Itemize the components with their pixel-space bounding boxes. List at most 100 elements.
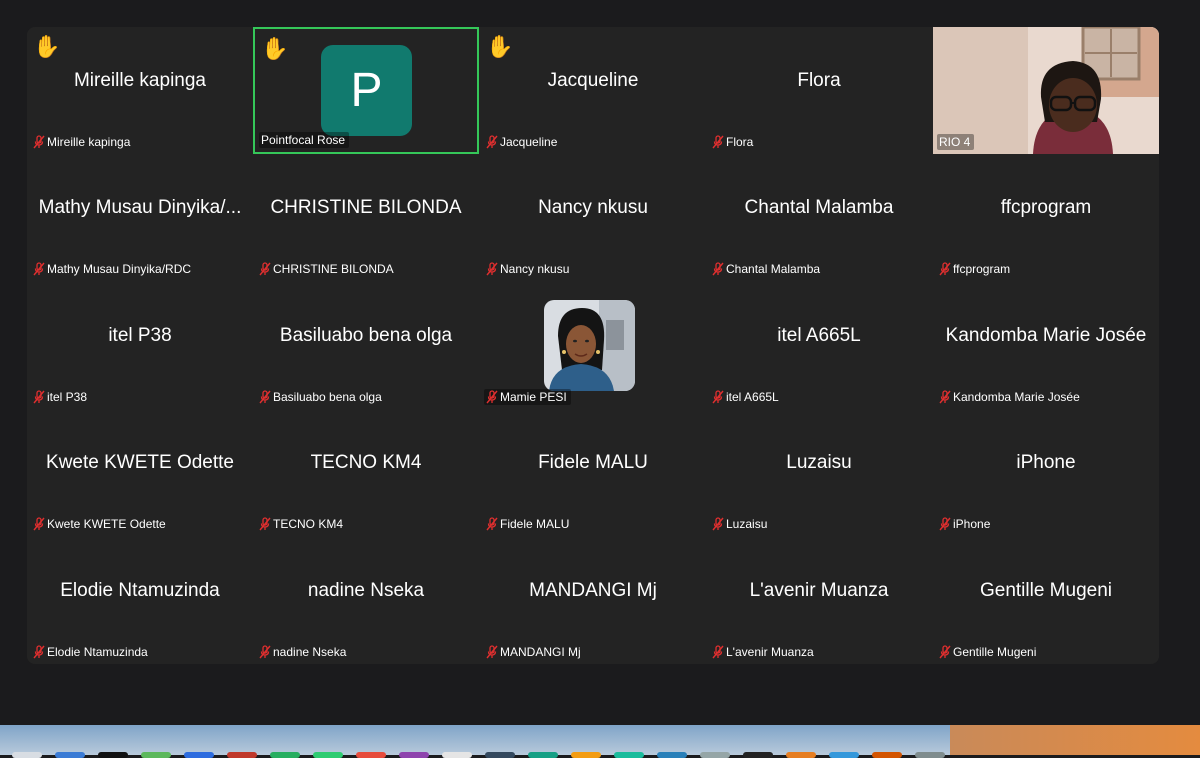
dock-app-icon[interactable] <box>872 752 902 758</box>
participant-display-name: Chantal Malamba <box>744 196 894 218</box>
participant-tile[interactable]: MANDANGI Mj MANDANGI Mj <box>480 537 706 664</box>
participant-display-name: nadine Nseka <box>307 579 425 601</box>
participant-display-name: Mireille kapinga <box>73 69 206 91</box>
muted-mic-icon <box>486 135 500 149</box>
participant-name-label: Kwete KWETE Odette <box>31 516 170 532</box>
dock-app-icon[interactable] <box>141 752 171 758</box>
participant-name-text: Elodie Ntamuzinda <box>47 645 148 659</box>
participant-tile[interactable]: Chantal Malamba Chantal Malamba <box>706 154 932 281</box>
participant-name-label: Fidele MALU <box>484 516 573 532</box>
dock-app-icon[interactable] <box>98 752 128 758</box>
dock-app-icon[interactable] <box>528 752 558 758</box>
raised-hand-icon: ✋ <box>486 34 514 59</box>
dock-app-icon[interactable] <box>356 752 386 758</box>
participant-name-label: MANDANGI Mj <box>484 644 585 660</box>
participant-name-label: TECNO KM4 <box>257 516 347 532</box>
participant-display-name: iPhone <box>1016 451 1076 473</box>
dock-app-icon[interactable] <box>313 752 343 758</box>
muted-mic-icon <box>939 262 953 276</box>
participant-tile[interactable]: Mamie PESI <box>480 282 706 409</box>
dock-app-icon[interactable] <box>399 752 429 758</box>
dock-app-icon[interactable] <box>657 752 687 758</box>
participant-display-name: itel P38 <box>108 324 172 346</box>
participant-tile[interactable]: Gentille Mugeni Gentille Mugeni <box>933 537 1159 664</box>
participant-display-name: Kwete KWETE Odette <box>46 451 234 473</box>
participant-name-text: MANDANGI Mj <box>500 645 581 659</box>
gallery-view-grid: Mireille kapinga ✋ Mireille kapinga P ✋ Point… <box>27 27 1159 664</box>
participant-name-text: CHRISTINE BILONDA <box>273 262 394 276</box>
muted-mic-icon <box>33 517 47 531</box>
participant-tile[interactable]: Kandomba Marie Josée Kandomba Marie Josée <box>933 282 1159 409</box>
participant-name-label: Jacqueline <box>484 134 561 150</box>
muted-mic-icon <box>259 262 273 276</box>
participant-display-name: Luzaisu <box>786 451 852 473</box>
participant-tile[interactable]: nadine Nseka nadine Nseka <box>253 537 479 664</box>
participant-tile[interactable]: Jacqueline ✋ Jacqueline <box>480 27 706 154</box>
participant-display-name: Flora <box>797 69 841 91</box>
participant-display-name: Nancy nkusu <box>538 196 648 218</box>
participant-display-name: TECNO KM4 <box>310 451 422 473</box>
muted-mic-icon <box>486 517 500 531</box>
participant-tile[interactable]: itel A665L itel A665L <box>706 282 932 409</box>
participant-tile[interactable]: iPhone iPhone <box>933 409 1159 536</box>
muted-mic-icon <box>712 135 726 149</box>
muted-mic-icon <box>33 390 47 404</box>
dock-app-icon[interactable] <box>700 752 730 758</box>
participant-display-name: MANDANGI Mj <box>529 579 657 601</box>
participant-name-text: ffcprogram <box>953 262 1011 276</box>
participant-tile[interactable]: itel P38 itel P38 <box>27 282 253 409</box>
participant-name-text: Gentille Mugeni <box>953 645 1037 659</box>
participant-tile[interactable]: Luzaisu Luzaisu <box>706 409 932 536</box>
dock-app-icon[interactable] <box>915 752 945 758</box>
participant-tile[interactable]: ffcprogram ffcprogram <box>933 154 1159 281</box>
participant-name-label: Kandomba Marie Josée <box>937 389 1084 405</box>
dock-app-icon[interactable] <box>184 752 214 758</box>
participant-name-text: Jacqueline <box>500 135 558 149</box>
participant-display-name: Mathy Musau Dinyika/... <box>38 196 242 218</box>
participant-tile[interactable]: P ✋ Pointfocal Rose <box>253 27 479 154</box>
dock-app-icon[interactable] <box>442 752 472 758</box>
participant-tile[interactable]: Mathy Musau Dinyika/... Mathy Musau Dinyi… <box>27 154 253 281</box>
dock-app-icon[interactable] <box>227 752 257 758</box>
participant-display-name: Basiluabo bena olga <box>279 324 453 346</box>
raised-hand-icon: ✋ <box>261 36 289 61</box>
participant-name-text: Kandomba Marie Josée <box>953 390 1080 404</box>
participant-name-label: itel P38 <box>31 389 91 405</box>
dock-app-icon[interactable] <box>485 752 515 758</box>
dock-app-icon[interactable] <box>743 752 773 758</box>
dock-app-icon[interactable] <box>12 752 42 758</box>
participant-tile[interactable]: L'avenir Muanza L'avenir Muanza <box>706 537 932 664</box>
muted-mic-icon <box>939 645 953 659</box>
participant-name-label: Nancy nkusu <box>484 261 573 277</box>
participant-tile[interactable]: Elodie Ntamuzinda Elodie Ntamuzinda <box>27 537 253 664</box>
participant-name-label: nadine Nseka <box>257 644 350 660</box>
participant-tile[interactable]: Basiluabo bena olga Basiluabo bena olga <box>253 282 479 409</box>
muted-mic-icon <box>712 262 726 276</box>
participant-tile[interactable]: Mireille kapinga ✋ Mireille kapinga <box>27 27 253 154</box>
muted-mic-icon <box>259 645 273 659</box>
participant-name-label: iPhone <box>937 516 994 532</box>
dock-app-icon[interactable] <box>829 752 859 758</box>
participant-tile[interactable]: Flora Flora <box>706 27 932 154</box>
participant-tile[interactable]: Nancy nkusu Nancy nkusu <box>480 154 706 281</box>
muted-mic-icon <box>712 390 726 404</box>
desktop-background-strip <box>0 725 1200 755</box>
dock-app-icon[interactable] <box>55 752 85 758</box>
participant-display-name: ffcprogram <box>1000 196 1092 218</box>
participant-tile[interactable]: CHRISTINE BILONDA CHRISTINE BILONDA <box>253 154 479 281</box>
dock-app-icon[interactable] <box>786 752 816 758</box>
participant-name-label: Chantal Malamba <box>710 261 824 277</box>
participant-name-text: itel P38 <box>47 390 88 404</box>
participant-name-text: Mireille kapinga <box>47 135 131 149</box>
dock-app-icon[interactable] <box>571 752 601 758</box>
dock-app-icon[interactable] <box>614 752 644 758</box>
participant-tile[interactable]: Kwete KWETE Odette Kwete KWETE Odette <box>27 409 253 536</box>
dock-app-icon[interactable] <box>270 752 300 758</box>
participant-name-label: Pointfocal Rose <box>259 132 350 148</box>
participant-tile[interactable]: RIO 4 <box>933 27 1159 154</box>
participant-tile[interactable]: Fidele MALU Fidele MALU <box>480 409 706 536</box>
participant-name-label: Mireille kapinga <box>31 134 134 150</box>
muted-mic-icon <box>259 517 273 531</box>
participant-tile[interactable]: TECNO KM4 TECNO KM4 <box>253 409 479 536</box>
participant-display-name: itel A665L <box>777 324 861 346</box>
